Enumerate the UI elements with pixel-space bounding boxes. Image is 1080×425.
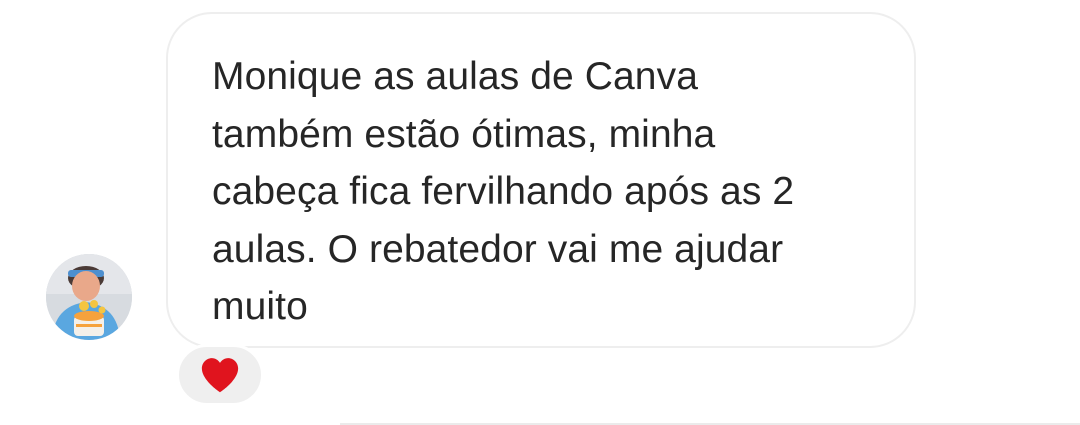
avatar-photo <box>46 254 132 340</box>
reaction-badge[interactable] <box>176 344 264 406</box>
message-text: Monique as aulas de Canva também estão ó… <box>212 55 795 328</box>
heart-icon <box>201 358 239 393</box>
sender-avatar[interactable] <box>46 254 132 340</box>
message-bubble[interactable]: Monique as aulas de Canva também estão ó… <box>166 12 916 348</box>
chat-thread: Monique as aulas de Canva também estão ó… <box>0 0 1080 425</box>
